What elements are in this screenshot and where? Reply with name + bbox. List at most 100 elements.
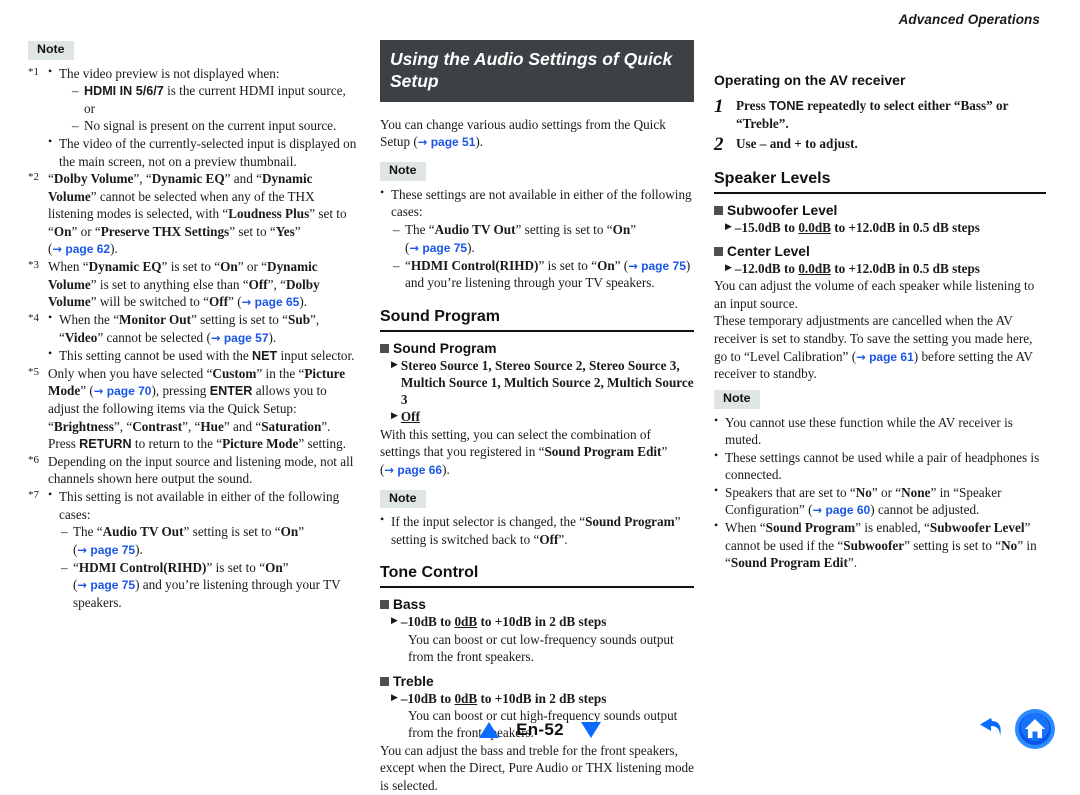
footnote-marker: *2 — [28, 171, 39, 184]
note-badge: Note — [28, 41, 74, 60]
footnote-body: Only when you have selected “Custom” in … — [48, 365, 358, 453]
intro-paragraph: You can change various audio settings fr… — [380, 116, 666, 150]
note-badge: Note — [380, 162, 426, 181]
value-text: Stereo Source 1, Stereo Source 2, Stereo… — [400, 358, 694, 408]
note-badge: Note — [380, 489, 426, 509]
list-item: The video of the currently-selected inpu… — [48, 134, 358, 170]
square-bullet-icon — [380, 676, 389, 686]
page-link[interactable]: → page 70 — [94, 384, 152, 398]
footnote: *7 This setting is not available in eithe… — [28, 487, 358, 612]
sound-program-body: With this setting, you can select the co… — [380, 426, 668, 477]
list-item: The “Audio TV Out” setting is set to “On… — [61, 523, 358, 559]
value-description: You can boost or cut low-frequency sound… — [408, 631, 674, 665]
subheading: Treble — [380, 674, 694, 689]
running-header: Advanced Operations — [898, 12, 1040, 27]
section-heading-sound-program: Sound Program — [380, 308, 694, 333]
value-text: –15.0dB to 0.0dB to +12.0dB in 0.5 dB st… — [734, 220, 980, 236]
operating-heading: Operating on the AV receiver — [714, 72, 906, 88]
page-footer: En-52 — [0, 702, 1080, 764]
footnote-marker: *5 — [28, 365, 39, 378]
footnote: *5 Only when you have selected “Custom” i… — [28, 365, 358, 453]
triangle-right-icon: ▶ — [725, 222, 732, 233]
footnote-body: This setting is not available in either … — [48, 487, 358, 612]
section-heading-speaker-levels: Speaker Levels — [714, 170, 1046, 195]
body-paragraph: You can adjust the volume of each speake… — [714, 278, 1035, 311]
list-item: These settings cannot be used while a pa… — [714, 448, 1046, 484]
value-text: Off — [400, 409, 420, 425]
subheading-sound-program: Sound Program — [380, 341, 694, 356]
footnote-body: When “Dynamic EQ” is set to “On” or “Dyn… — [48, 258, 358, 311]
subheading: Subwoofer Level — [714, 203, 1046, 218]
footnote-body: Depending on the input source and listen… — [48, 453, 358, 488]
step-list: 1 Press TONE repeatedly to select either … — [714, 97, 1046, 154]
value-line: ▶ Stereo Source 1, Stereo Source 2, Stere… — [391, 357, 694, 408]
footnote-text: “Dolby Volume”, “Dynamic EQ” and “Dynami… — [48, 171, 347, 257]
list-item: The “Audio TV Out” setting is set to “On… — [393, 221, 694, 257]
note-bullet-list: These settings are not available in eith… — [380, 185, 694, 221]
footnote-text: Depending on the input source and listen… — [48, 453, 354, 487]
page-link[interactable]: → page 62 — [52, 242, 110, 256]
square-bullet-icon — [714, 247, 723, 257]
value-list: ▶ Stereo Source 1, Stereo Source 2, Stere… — [380, 357, 694, 426]
list-item: The video preview is not displayed when:… — [48, 64, 358, 135]
list-item: No signal is present on the current inpu… — [72, 117, 358, 135]
triangle-right-icon: ▶ — [725, 263, 732, 274]
footnote-body: When the “Monitor Out” setting is set to… — [48, 310, 358, 364]
value-line: ▶ –12.0dB to 0.0dB to +12.0dB in 0.5 dB s… — [725, 260, 1046, 277]
numbered-step: 1 Press TONE repeatedly to select either … — [714, 97, 1046, 132]
footnote-marker: *4 — [28, 312, 39, 325]
body-paragraph: These temporary adjustments are cancelle… — [714, 313, 1033, 382]
footnote: *2 “Dolby Volume”, “Dynamic EQ” and “Dyna… — [28, 170, 358, 258]
left-column: Note *1 The video preview is not displaye… — [0, 40, 372, 612]
step-number: 2 — [714, 134, 724, 156]
section-heading-tone-control: Tone Control — [380, 564, 694, 589]
triangle-down-icon[interactable] — [580, 720, 602, 740]
list-item: “HDMI Control(RIHD)” is set to “On” (→ p… — [393, 257, 694, 293]
step-text: Use – and + to adjust. — [736, 136, 858, 152]
subheading-label: Sound Program — [393, 341, 497, 357]
footnote-marker: *1 — [28, 65, 39, 78]
triangle-right-icon: ▶ — [391, 616, 398, 627]
note-dash-list: The “Audio TV Out” setting is set to “On… — [380, 221, 694, 292]
list-item: These settings are not available in eith… — [380, 185, 694, 221]
value-line: ▶ –15.0dB to 0.0dB to +12.0dB in 0.5 dB s… — [725, 219, 1046, 236]
list-item: When the “Monitor Out” setting is set to… — [48, 310, 358, 347]
page-link[interactable]: → page 51 — [418, 135, 476, 149]
page-link[interactable]: → page 57 — [211, 331, 269, 345]
note-bullet-list: If the input selector is changed, the “S… — [380, 512, 694, 548]
page-link[interactable]: → page 75 — [628, 259, 686, 273]
footnote-marker: *3 — [28, 259, 39, 272]
page-link[interactable]: → page 61 — [856, 350, 914, 364]
speaker-level-items: Subwoofer Level ▶ –15.0dB to 0.0dB to +12.… — [714, 203, 1046, 277]
list-item: HDMI IN 5/6/7 is the current HDMI input … — [72, 82, 358, 117]
value-line: ▶ Off — [391, 408, 694, 425]
right-column: Operating on the AV receiver 1 Press TONE… — [702, 40, 1080, 572]
step-number: 1 — [714, 96, 724, 117]
page-link[interactable]: → page 75 — [409, 241, 467, 255]
note-badge: Note — [714, 390, 760, 409]
page-link[interactable]: → page 66 — [384, 463, 442, 477]
step-text: Press TONE repeatedly to select either “… — [736, 98, 1009, 131]
nav-icons — [972, 708, 1056, 755]
page-link[interactable]: → page 75 — [77, 578, 135, 592]
list-item: If the input selector is changed, the “S… — [380, 512, 694, 548]
middle-column: Using the Audio Settings of Quick Setup … — [372, 40, 702, 795]
list-item: This setting is not available in either … — [48, 487, 358, 523]
home-icon[interactable] — [1014, 708, 1056, 755]
numbered-step: 2 Use – and + to adjust. — [714, 135, 1046, 154]
page-title: Using the Audio Settings of Quick Setup — [380, 40, 694, 102]
subheading: Bass — [380, 597, 694, 612]
page-link[interactable]: → page 65 — [242, 295, 300, 309]
footnote: *4 When the “Monitor Out” setting is set … — [28, 310, 358, 364]
page-number-label: En-52 — [516, 720, 564, 739]
page-link[interactable]: → page 60 — [813, 503, 871, 517]
list-item: You cannot use these function while the … — [714, 413, 1046, 449]
list-item: “HDMI Control(RIHD)” is set to “On” (→ p… — [61, 559, 358, 612]
page-link[interactable]: → page 75 — [77, 543, 135, 557]
speaker-level-body: You can adjust the volume of each speake… — [714, 277, 1046, 383]
triangle-up-icon[interactable] — [478, 720, 500, 740]
footnote-marker: *6 — [28, 453, 39, 466]
subheading-label: Center Level — [727, 244, 810, 260]
footnote-body: The video preview is not displayed when:… — [48, 64, 358, 170]
back-arrow-icon[interactable] — [972, 712, 1006, 751]
